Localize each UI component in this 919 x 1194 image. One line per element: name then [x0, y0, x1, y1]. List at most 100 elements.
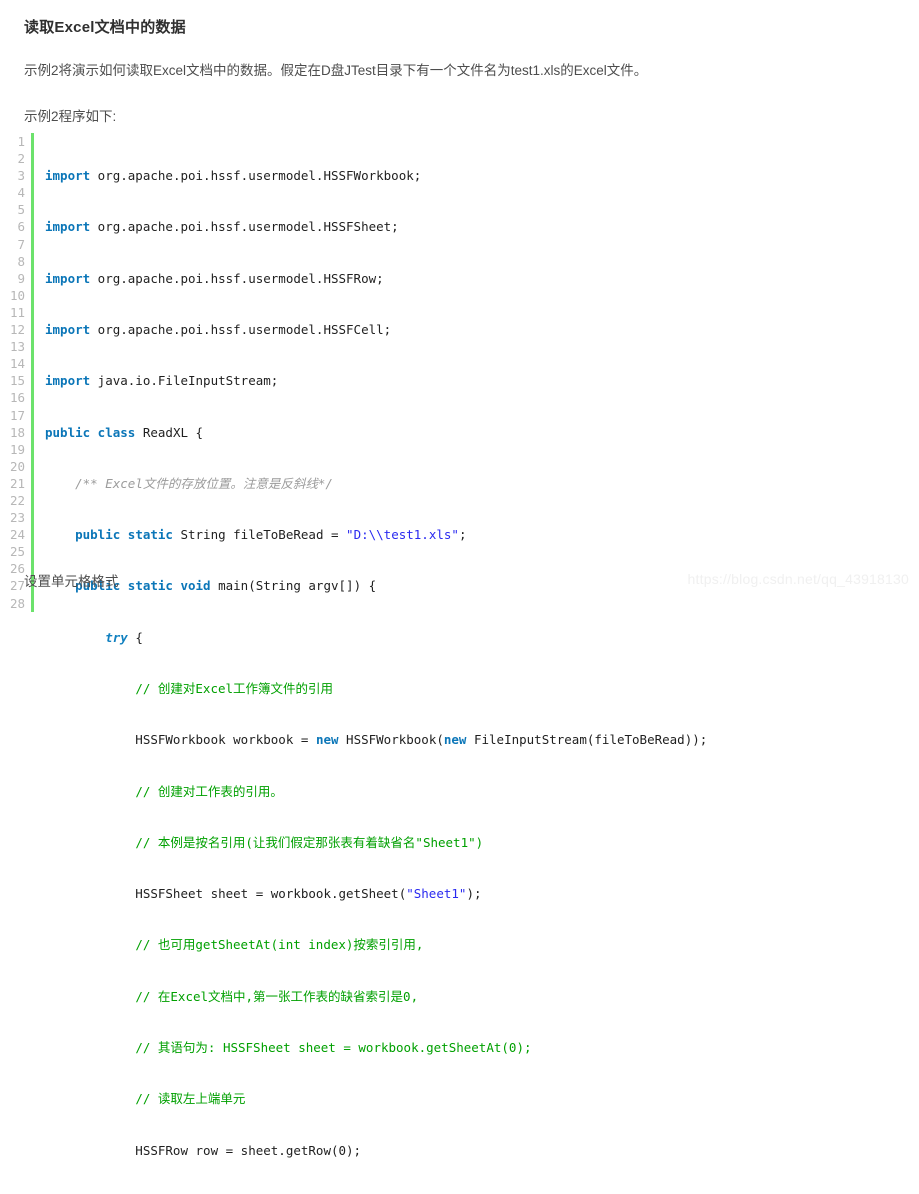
line-number: 27 [0, 577, 25, 594]
token-text: String fileToBeRead = [173, 527, 346, 542]
token-text: org.apache.poi.hssf.usermodel.HSSFSheet; [90, 219, 399, 234]
token-keyword: public class [45, 425, 135, 440]
code-line: public class ReadXL { [45, 424, 707, 441]
token-text: main(String argv[]) { [211, 578, 377, 593]
line-number: 9 [0, 270, 25, 287]
line-number: 4 [0, 184, 25, 201]
token-keyword: try [105, 630, 128, 645]
article-paragraph-1: 示例2将演示如何读取Excel文档中的数据。假定在D盘JTest目录下有一个文件… [24, 61, 895, 81]
token-text [45, 835, 135, 850]
line-number: 2 [0, 150, 25, 167]
token-keyword: import [45, 271, 90, 286]
code-line: HSSFCell cell = row.getCell((short)0); [45, 1193, 707, 1194]
code-line: HSSFWorkbook workbook = new HSSFWorkbook… [45, 731, 707, 748]
line-number: 26 [0, 560, 25, 577]
code-content[interactable]: import org.apache.poi.hssf.usermodel.HSS… [34, 133, 707, 1194]
token-keyword: import [45, 322, 90, 337]
code-line: try { [45, 629, 707, 646]
line-number: 25 [0, 543, 25, 560]
token-text [45, 989, 135, 1004]
code-line: // 创建对工作表的引用。 [45, 783, 707, 800]
token-text: HSSFWorkbook workbook = [45, 732, 316, 747]
code-line: import org.apache.poi.hssf.usermodel.HSS… [45, 321, 707, 338]
line-number: 15 [0, 372, 25, 389]
line-number: 16 [0, 389, 25, 406]
token-string: "D:\\test1.xls" [346, 527, 459, 542]
token-text [45, 630, 105, 645]
article-paragraph-2: 示例2程序如下: [24, 107, 895, 127]
line-number: 8 [0, 253, 25, 270]
line-number: 20 [0, 458, 25, 475]
code-line: public static void main(String argv[]) { [45, 577, 707, 594]
token-text: ReadXL { [135, 425, 203, 440]
line-number: 17 [0, 407, 25, 424]
token-comment: // 创建对Excel工作簿文件的引用 [135, 681, 333, 696]
token-text: org.apache.poi.hssf.usermodel.HSSFRow; [90, 271, 384, 286]
token-comment: // 也可用getSheetAt(int index)按索引引用, [135, 937, 423, 952]
code-block[interactable]: 1 2 3 4 5 6 7 8 9 10 11 12 13 14 15 16 1… [0, 133, 919, 1194]
token-text [45, 476, 75, 491]
token-comment: // 读取左上端单元 [135, 1091, 245, 1106]
code-line: /** Excel文件的存放位置。注意是反斜线*/ [45, 475, 707, 492]
token-text: org.apache.poi.hssf.usermodel.HSSFCell; [90, 322, 391, 337]
line-number: 3 [0, 167, 25, 184]
code-line: // 其语句为: HSSFSheet sheet = workbook.getS… [45, 1039, 707, 1056]
token-string: "Sheet1" [406, 886, 466, 901]
token-keyword: public static [75, 527, 173, 542]
line-number: 6 [0, 218, 25, 235]
token-comment: // 创建对工作表的引用。 [135, 784, 283, 799]
code-line: // 在Excel文档中,第一张工作表的缺省索引是0, [45, 988, 707, 1005]
token-text: { [128, 630, 143, 645]
token-text: HSSFSheet sheet = workbook.getSheet( [45, 886, 406, 901]
line-number: 22 [0, 492, 25, 509]
token-text [45, 784, 135, 799]
code-line: HSSFRow row = sheet.getRow(0); [45, 1142, 707, 1159]
code-line: import org.apache.poi.hssf.usermodel.HSS… [45, 167, 707, 184]
line-number: 5 [0, 201, 25, 218]
token-keyword: new [316, 732, 339, 747]
line-number: 19 [0, 441, 25, 458]
code-line: public static String fileToBeRead = "D:\… [45, 526, 707, 543]
token-text [45, 527, 75, 542]
token-text: ); [466, 886, 481, 901]
token-keyword: import [45, 168, 90, 183]
line-number: 10 [0, 287, 25, 304]
token-keyword: import [45, 219, 90, 234]
token-keyword: import [45, 373, 90, 388]
code-line: // 读取左上端单元 [45, 1090, 707, 1107]
line-number: 7 [0, 236, 25, 253]
code-line: import org.apache.poi.hssf.usermodel.HSS… [45, 218, 707, 235]
code-line-number-gutter: 1 2 3 4 5 6 7 8 9 10 11 12 13 14 15 16 1… [0, 133, 34, 612]
watermark: https://blog.csdn.net/qq_43918130 [688, 571, 909, 587]
line-number: 24 [0, 526, 25, 543]
code-line: // 也可用getSheetAt(int index)按索引引用, [45, 936, 707, 953]
token-text: HSSFWorkbook( [339, 732, 444, 747]
token-text: java.io.FileInputStream; [90, 373, 278, 388]
line-number: 1 [0, 133, 25, 150]
token-comment: // 本例是按名引用(让我们假定那张表有着缺省名"Sheet1") [135, 835, 483, 850]
code-line: // 本例是按名引用(让我们假定那张表有着缺省名"Sheet1") [45, 834, 707, 851]
line-number: 12 [0, 321, 25, 338]
code-line: import org.apache.poi.hssf.usermodel.HSS… [45, 270, 707, 287]
token-comment: // 其语句为: HSSFSheet sheet = workbook.getS… [135, 1040, 531, 1055]
token-text [45, 937, 135, 952]
token-keyword: new [444, 732, 467, 747]
article-body: 读取Excel文档中的数据 示例2将演示如何读取Excel文档中的数据。假定在D… [0, 0, 919, 128]
line-number: 18 [0, 424, 25, 441]
line-number: 28 [0, 595, 25, 612]
token-text: HSSFRow row = sheet.getRow(0); [45, 1143, 361, 1158]
token-text [45, 1040, 135, 1055]
token-text: ; [459, 527, 467, 542]
code-line: import java.io.FileInputStream; [45, 372, 707, 389]
token-doc-comment: /** Excel文件的存放位置。注意是反斜线*/ [75, 476, 333, 491]
code-line: // 创建对Excel工作簿文件的引用 [45, 680, 707, 697]
line-number: 23 [0, 509, 25, 526]
line-number: 11 [0, 304, 25, 321]
token-text: FileInputStream(fileToBeRead)); [466, 732, 707, 747]
line-number: 13 [0, 338, 25, 355]
footer-heading: 设置单元格格式 [24, 570, 119, 590]
line-number: 14 [0, 355, 25, 372]
page-title: 读取Excel文档中的数据 [24, 16, 895, 37]
token-text [45, 681, 135, 696]
line-number: 21 [0, 475, 25, 492]
